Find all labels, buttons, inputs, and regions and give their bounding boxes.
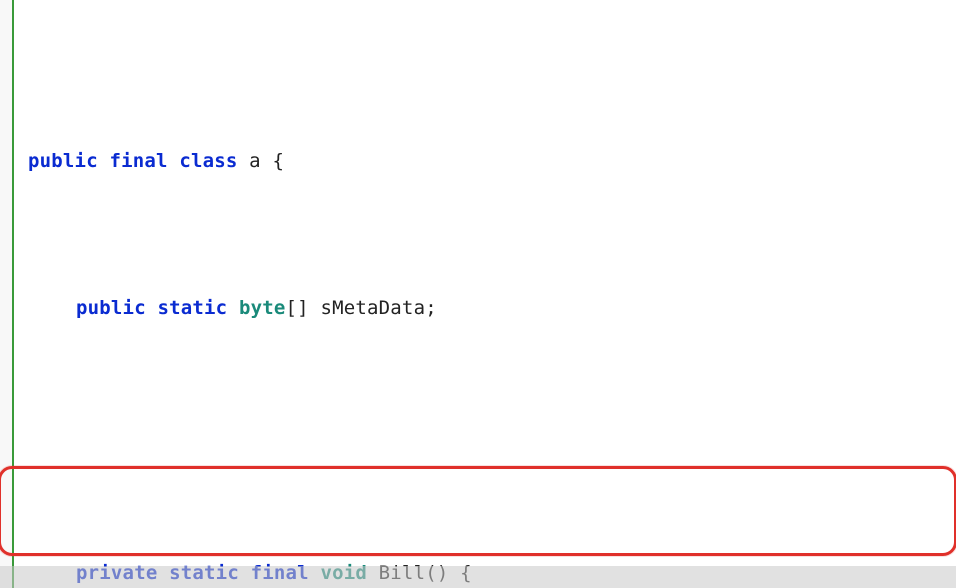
editor-gutter <box>0 0 14 588</box>
code-line: private static final void Bill() { <box>24 559 956 588</box>
code-line: public final class a { <box>24 147 956 176</box>
keyword-final: final <box>109 150 167 172</box>
keyword-class: class <box>179 150 237 172</box>
code-line: public static byte[] sMetaData; <box>24 294 956 323</box>
method-name: Bill <box>379 562 426 584</box>
annotation-highlight-box <box>0 466 956 556</box>
open-brace: { <box>272 150 284 172</box>
field-name: sMetaData <box>320 297 425 319</box>
keyword-public: public <box>28 150 98 172</box>
code-editor[interactable]: public final class a { public static byt… <box>0 0 956 588</box>
blank-line <box>24 412 956 441</box>
class-name: a <box>249 150 261 172</box>
